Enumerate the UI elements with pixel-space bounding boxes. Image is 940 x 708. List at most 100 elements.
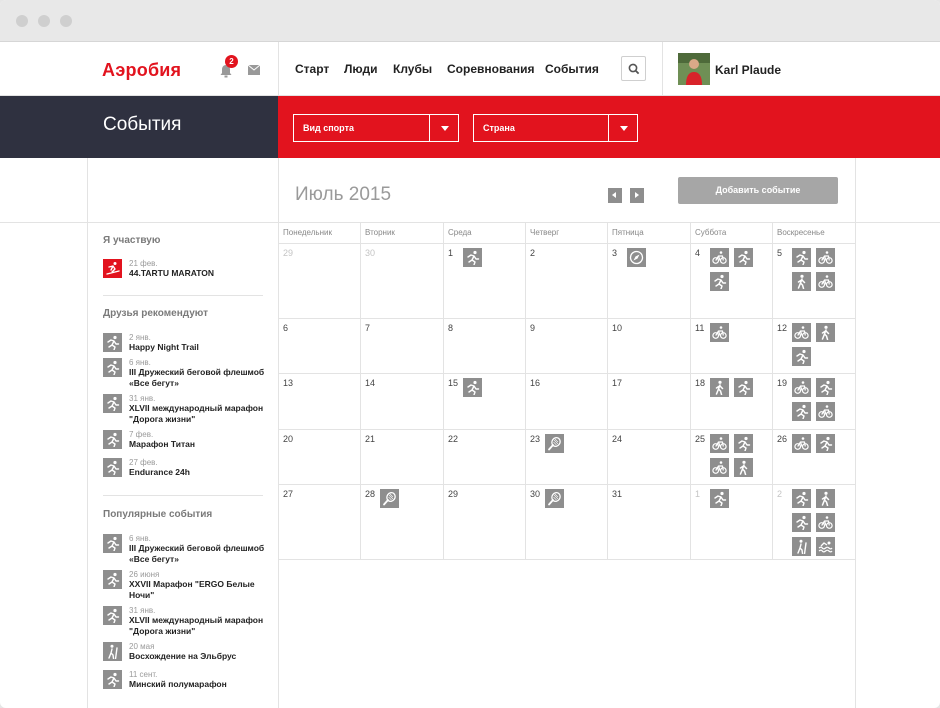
walking-icon[interactable] [792,272,811,291]
day-number[interactable]: 5 [777,248,782,258]
cycling-icon[interactable] [710,248,729,267]
day-number[interactable]: 4 [695,248,700,258]
nav-events[interactable]: События [545,62,599,76]
day-number[interactable]: 31 [612,489,622,499]
search-button[interactable] [621,56,646,81]
day-number[interactable]: 29 [448,489,458,499]
grid-row-line [278,429,856,430]
day-number[interactable]: 15 [448,378,458,388]
running-icon[interactable] [734,434,753,453]
day-number[interactable]: 20 [283,434,293,444]
cycling-icon[interactable] [816,402,835,421]
running-icon[interactable] [816,434,835,453]
running-icon [103,670,122,689]
day-number[interactable]: 16 [530,378,540,388]
day-number[interactable]: 12 [777,323,787,333]
day-number[interactable]: 25 [695,434,705,444]
event-date: 31 янв. [129,394,156,403]
running-icon[interactable] [792,248,811,267]
window-zoom-dot[interactable] [60,15,72,27]
swimming-icon[interactable] [816,537,835,556]
window-minimize-dot[interactable] [38,15,50,27]
running-icon [103,394,122,413]
orienteering-icon[interactable] [627,248,646,267]
walking-icon[interactable] [710,378,729,397]
cycling-icon[interactable] [710,434,729,453]
running-icon[interactable] [792,347,811,366]
day-number[interactable]: 19 [777,378,787,388]
walking-icon[interactable] [816,489,835,508]
cycling-icon[interactable] [816,513,835,532]
day-number[interactable]: 13 [283,378,293,388]
day-number[interactable]: 22 [448,434,458,444]
day-number[interactable]: 24 [612,434,622,444]
running-icon[interactable] [734,248,753,267]
day-number[interactable]: 7 [365,323,370,333]
day-number[interactable]: 27 [283,489,293,499]
day-number[interactable]: 3 [612,248,617,258]
nav-people[interactable]: Люди [344,62,378,76]
user-name[interactable]: Karl Plaude [715,63,781,77]
day-number[interactable]: 2 [777,489,782,499]
cycling-icon[interactable] [816,248,835,267]
cycling-icon[interactable] [710,458,729,477]
day-number[interactable]: 9 [530,323,535,333]
day-number[interactable]: 2 [530,248,535,258]
logo[interactable]: Аэробия [102,60,181,81]
day-number[interactable]: 30 [530,489,540,499]
day-number[interactable]: 23 [530,434,540,444]
running-icon[interactable] [816,378,835,397]
day-number[interactable]: 11 [695,323,704,333]
day-number[interactable]: 28 [365,489,375,499]
day-number[interactable]: 29 [283,248,293,258]
tennis-icon[interactable] [545,489,564,508]
walking-icon[interactable] [816,323,835,342]
running-icon[interactable] [792,489,811,508]
running-icon[interactable] [710,489,729,508]
cycling-icon[interactable] [792,323,811,342]
running-icon [103,333,122,352]
event-date: 21 фев. [129,259,158,268]
day-number[interactable]: 14 [365,378,375,388]
layout-divider [855,158,856,708]
running-icon[interactable] [463,248,482,267]
day-number[interactable]: 10 [612,323,622,333]
day-number[interactable]: 17 [612,378,622,388]
cycling-icon[interactable] [710,323,729,342]
next-month-button[interactable] [630,188,644,203]
running-icon[interactable] [710,272,729,291]
day-number[interactable]: 18 [695,378,705,388]
calendar-toolbar: Июль 2015 Добавить событие [0,158,940,223]
hiking-icon[interactable] [792,537,811,556]
day-number[interactable]: 26 [777,434,787,444]
day-number[interactable]: 30 [365,248,375,258]
prev-month-button[interactable] [608,188,622,203]
day-number[interactable]: 1 [448,248,453,258]
cycling-icon[interactable] [792,378,811,397]
day-number[interactable]: 1 [695,489,700,499]
event-date: 6 янв. [129,534,151,543]
nav-competitions[interactable]: Соревнования [447,62,534,76]
tennis-icon[interactable] [545,434,564,453]
mail-icon[interactable] [248,65,260,75]
sidebar-section-title: Я участвую [103,235,161,246]
day-number[interactable]: 8 [448,323,453,333]
day-number[interactable]: 6 [283,323,288,333]
cycling-icon[interactable] [792,434,811,453]
country-select[interactable]: Страна [473,114,638,142]
add-event-button[interactable]: Добавить событие [678,177,838,204]
nav-clubs[interactable]: Клубы [393,62,432,76]
avatar[interactable] [678,53,710,85]
tennis-icon[interactable] [380,489,399,508]
running-icon[interactable] [792,513,811,532]
cycling-icon[interactable] [816,272,835,291]
running-icon[interactable] [792,402,811,421]
running-icon[interactable] [463,378,482,397]
window-close-dot[interactable] [16,15,28,27]
running-icon[interactable] [734,378,753,397]
header-divider-right [662,42,663,96]
nav-start[interactable]: Старт [295,62,329,76]
sport-select[interactable]: Вид спорта [293,114,459,142]
walking-icon[interactable] [734,458,753,477]
day-number[interactable]: 21 [365,434,375,444]
